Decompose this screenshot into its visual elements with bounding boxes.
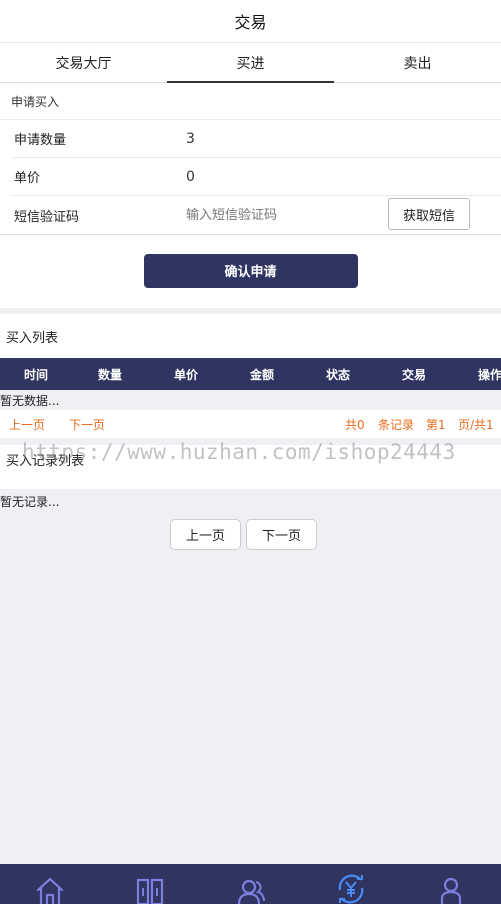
- buy-list-pager: 上一页 下一页 共0 条记录 第1 页/共1: [0, 410, 501, 438]
- user-icon: [440, 877, 461, 904]
- pager-pages: 页/共1: [458, 417, 494, 432]
- page-title: 交易: [234, 13, 267, 32]
- nav-profile[interactable]: [421, 864, 481, 904]
- price-row: 单价 0: [12, 158, 501, 196]
- col-status: 状态: [325, 367, 350, 382]
- records-pager: 上一页 下一页: [0, 519, 501, 550]
- tab-trade-hall[interactable]: 交易大厅: [0, 43, 167, 82]
- pager-next-link[interactable]: 下一页: [69, 416, 105, 433]
- pager-unit: 条记录: [378, 417, 415, 432]
- tab-buy[interactable]: 买进: [167, 43, 334, 83]
- price-label: 单价: [14, 171, 41, 186]
- buy-list-title: 买入列表: [0, 314, 501, 358]
- nav-team[interactable]: [220, 864, 280, 904]
- yuan-exchange-icon: [338, 874, 363, 904]
- buy-form: 申请买入 申请数量 3 单价 0 短信验证码 获取短信: [0, 83, 501, 234]
- get-sms-button[interactable]: 获取短信: [388, 198, 470, 230]
- buy-list-empty: 暂无数据...: [0, 393, 60, 408]
- bottom-nav: [0, 864, 501, 904]
- pager-prev-link[interactable]: 上一页: [9, 416, 45, 433]
- col-action: 操作: [477, 367, 501, 382]
- col-time: 时间: [23, 367, 48, 382]
- page-header: 交易: [0, 0, 501, 43]
- home-icon: [36, 877, 64, 904]
- pager-total: 共0: [345, 417, 365, 432]
- users-icon: [238, 879, 266, 904]
- col-price: 单价: [173, 367, 198, 382]
- buy-list-table-header: 时间 数量 单价 金额 状态 交易 操作: [0, 358, 501, 390]
- pager-page: 第1: [426, 417, 446, 432]
- nav-trade[interactable]: [321, 864, 381, 904]
- quantity-input[interactable]: 3: [186, 131, 195, 147]
- sms-row: 短信验证码 获取短信: [12, 196, 501, 234]
- col-quantity: 数量: [97, 367, 122, 382]
- records-title: 买入记录列表: [0, 445, 501, 489]
- price-value: 0: [186, 168, 195, 185]
- form-section-title: 申请买入: [0, 83, 501, 120]
- records-empty: 暂无记录...: [0, 494, 60, 509]
- nav-book[interactable]: [120, 864, 180, 904]
- sms-label: 短信验证码: [14, 209, 80, 225]
- tab-sell[interactable]: 卖出: [334, 43, 501, 82]
- quantity-row: 申请数量 3: [12, 120, 501, 158]
- quantity-label: 申请数量: [14, 133, 67, 148]
- records-prev-button[interactable]: 上一页: [170, 519, 241, 550]
- nav-home[interactable]: [20, 864, 80, 904]
- col-amount: 金额: [249, 367, 274, 382]
- records-next-button[interactable]: 下一页: [246, 519, 317, 550]
- confirm-apply-button[interactable]: 确认申请: [143, 253, 358, 288]
- col-trade: 交易: [401, 367, 426, 382]
- tab-bar: 交易大厅 买进 卖出: [0, 43, 501, 83]
- trade-page: 交易 交易大厅 买进 卖出 申请买入 申请数量 3 单价 0 短信验证码 获取短…: [0, 0, 501, 904]
- confirm-section: 确认申请: [0, 234, 501, 308]
- book-icon: [137, 878, 164, 904]
- sms-code-input[interactable]: [186, 207, 366, 223]
